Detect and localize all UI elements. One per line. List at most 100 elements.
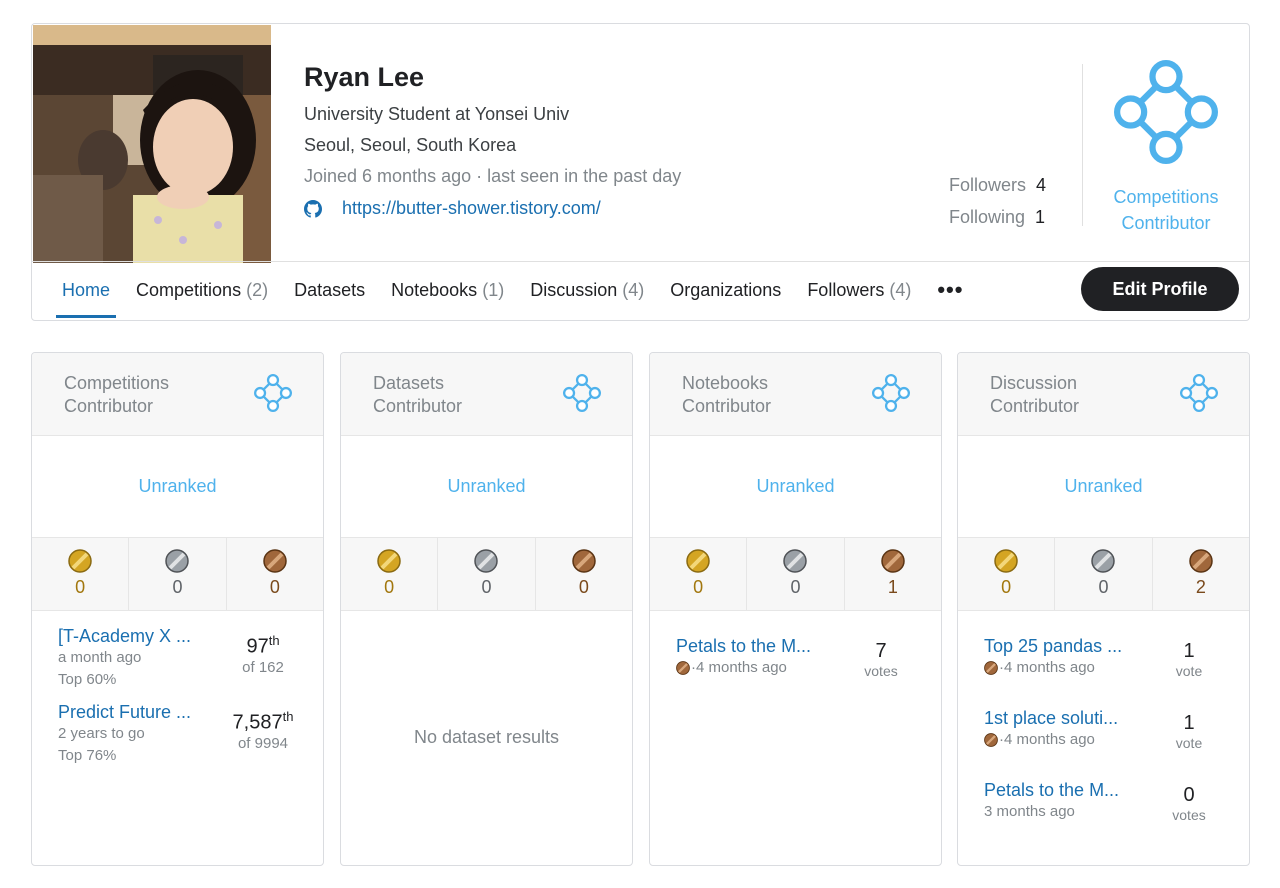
- medal-counts: 0 0 0: [341, 538, 632, 611]
- bronze-medal-icon: [1188, 549, 1213, 573]
- following-count: 1: [1035, 207, 1046, 227]
- bronze-count: 0: [269, 577, 280, 597]
- competition-top-percent: Top 60%: [58, 671, 117, 688]
- rank-value: 7,587: [232, 711, 283, 734]
- discussion-list: Top 25 pandas ... ·4 months ago 1 vote 1…: [958, 611, 1249, 824]
- rank-value: 97: [246, 635, 269, 658]
- profile-website-row: https://butter-shower.tistory.com/: [304, 198, 681, 219]
- notebook-link[interactable]: Petals to the M...: [676, 635, 826, 657]
- rank-area: Unranked: [341, 436, 632, 538]
- discussion-date: 3 months ago: [984, 803, 1075, 820]
- competition-link[interactable]: [T-Academy X ...: [58, 625, 208, 647]
- profile-tabs: Home Competitions (2) Datasets Notebooks…: [56, 276, 963, 318]
- discussion-link[interactable]: Top 25 pandas ...: [984, 635, 1134, 657]
- gold-medal-icon: [686, 549, 711, 573]
- silver-medals: 0: [746, 538, 843, 610]
- vote-count: 0: [1183, 784, 1195, 806]
- vote-count: 7: [875, 640, 887, 662]
- bronze-medal-icon: [880, 549, 905, 573]
- bronze-medal-icon: [676, 661, 690, 675]
- rank-suffix: th: [268, 633, 280, 648]
- card-title: Competitions Contributor: [64, 372, 224, 418]
- contributor-tier-icon: [253, 374, 292, 417]
- card-title-line1: Notebooks: [682, 373, 769, 393]
- gold-medal-icon: [377, 549, 402, 573]
- profile-activity: Joined 6 months ago · last seen in the p…: [304, 166, 682, 186]
- tab-followers[interactable]: Followers (4): [807, 276, 911, 314]
- contributor-tier-icon: [872, 374, 910, 417]
- card-title-line1: Datasets: [373, 373, 445, 393]
- followers-count: 4: [1036, 175, 1047, 195]
- bronze-medals: 1: [843, 538, 941, 610]
- follow-stats: Followers 4 Following 1: [949, 174, 1046, 228]
- notebook-meta: ·4 months ago: [676, 657, 826, 679]
- tab-competitions[interactable]: Competitions (2): [136, 276, 268, 314]
- profile-location: Seoul, Seoul, South Korea: [304, 135, 517, 155]
- more-tabs-button[interactable]: •••: [937, 279, 963, 310]
- silver-medals: 0: [1054, 538, 1151, 610]
- bronze-medal-icon: [984, 661, 998, 675]
- gold-count: 0: [384, 577, 395, 597]
- tier-label-line1: Competitions: [1113, 187, 1219, 207]
- vote-label: vote: [1175, 735, 1203, 751]
- silver-count: 0: [790, 577, 801, 597]
- tab-label: Notebooks: [391, 280, 478, 300]
- profile-header: Ryan Lee University Student at Yonsei Un…: [31, 23, 1250, 321]
- notebooks-card: Notebooks Contributor Unranked 0 0 1 Pet…: [649, 352, 942, 866]
- bronze-medal-icon: [571, 549, 596, 573]
- tab-home[interactable]: Home: [56, 276, 117, 318]
- discussion-date: ·4 months ago: [999, 659, 1095, 676]
- competition-date: 2 years to go: [58, 725, 145, 742]
- discussion-meta: ·4 months ago: [984, 729, 1134, 751]
- bronze-medals: 0: [534, 538, 632, 610]
- gold-medals: 0: [341, 538, 437, 610]
- competition-link[interactable]: Predict Future ...: [58, 701, 208, 723]
- card-header: Notebooks Contributor: [650, 353, 941, 436]
- discussion-date: ·4 months ago: [999, 731, 1095, 748]
- list-item: [T-Academy X ... a month ago Top 60% 97t…: [58, 625, 323, 691]
- discussion-link[interactable]: 1st place soluti...: [984, 707, 1134, 729]
- bronze-medals: 2: [1151, 538, 1249, 610]
- gold-medals: 0: [650, 538, 746, 610]
- gold-medal-icon: [68, 549, 93, 573]
- card-title-line2: Contributor: [373, 396, 463, 416]
- tab-count: (4): [889, 280, 912, 300]
- profile-info: Ryan Lee University Student at Yonsei Un…: [304, 60, 681, 219]
- silver-count: 0: [481, 577, 492, 597]
- rank-area: Unranked: [958, 436, 1249, 538]
- bronze-medal-icon: [984, 733, 998, 747]
- tab-discussion[interactable]: Discussion (4): [530, 276, 644, 314]
- following-stat[interactable]: Following 1: [949, 206, 1046, 228]
- silver-medal-icon: [474, 549, 499, 573]
- silver-medal-icon: [783, 549, 808, 573]
- tab-notebooks[interactable]: Notebooks (1): [391, 276, 504, 314]
- followers-stat[interactable]: Followers 4: [949, 174, 1046, 196]
- medal-counts: 0 0 2: [958, 538, 1249, 611]
- contributor-tier-icon: [563, 374, 601, 417]
- gold-medal-icon: [994, 549, 1019, 573]
- list-item: Top 25 pandas ... ·4 months ago 1 vote: [984, 635, 1249, 680]
- tier-label-line2: Contributor: [1121, 213, 1211, 233]
- tab-organizations[interactable]: Organizations: [670, 276, 781, 314]
- discussion-link[interactable]: Petals to the M...: [984, 779, 1134, 801]
- gold-count: 0: [693, 577, 704, 597]
- competition-top-percent: Top 76%: [58, 747, 117, 764]
- notebook-list: Petals to the M... ·4 months ago 7 votes: [650, 611, 941, 680]
- profile-website-link[interactable]: https://butter-shower.tistory.com/: [342, 198, 601, 219]
- header-divider: [1082, 64, 1083, 226]
- silver-count: 0: [172, 577, 183, 597]
- list-item: 1st place soluti... ·4 months ago 1 vote: [984, 707, 1249, 752]
- card-header: Datasets Contributor: [341, 353, 632, 436]
- contributor-tier-icon: [1180, 374, 1218, 417]
- edit-profile-button[interactable]: Edit Profile: [1081, 267, 1239, 311]
- tab-count: (2): [246, 280, 269, 300]
- silver-medal-icon: [165, 549, 190, 573]
- vote-label: votes: [1172, 807, 1206, 823]
- tab-label: Discussion: [530, 280, 618, 300]
- bronze-medals: 0: [225, 538, 323, 610]
- tab-datasets[interactable]: Datasets: [294, 276, 365, 314]
- rank-suffix: th: [282, 709, 294, 724]
- card-title-line1: Discussion: [990, 373, 1078, 393]
- discussion-meta: ·4 months ago: [984, 657, 1134, 679]
- tab-label: Home: [62, 280, 111, 300]
